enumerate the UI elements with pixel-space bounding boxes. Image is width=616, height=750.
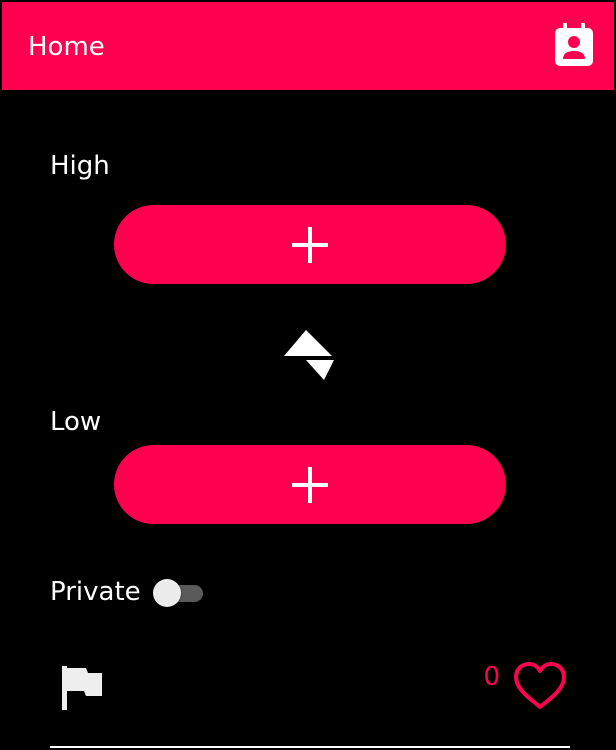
app-screen: Home High Low Private 0 xyxy=(0,0,616,750)
low-label: Low xyxy=(50,407,102,437)
flag-icon[interactable] xyxy=(60,664,106,712)
plus-icon xyxy=(292,466,328,503)
like-group: 0 xyxy=(483,660,568,716)
page-title: Home xyxy=(28,32,105,62)
app-bar: Home xyxy=(2,2,614,90)
divider xyxy=(50,746,570,748)
add-high-button[interactable] xyxy=(114,205,506,284)
like-count: 0 xyxy=(483,662,500,692)
private-row: Private xyxy=(50,574,205,610)
heart-outline-icon[interactable] xyxy=(512,660,568,712)
contact-calendar-icon[interactable] xyxy=(554,22,594,68)
swap-icon[interactable] xyxy=(280,326,336,382)
add-low-button[interactable] xyxy=(114,445,506,524)
private-label: Private xyxy=(50,577,141,607)
plus-icon xyxy=(292,226,328,263)
toggle-thumb xyxy=(152,579,181,607)
private-toggle[interactable] xyxy=(152,578,205,607)
high-label: High xyxy=(50,151,110,181)
